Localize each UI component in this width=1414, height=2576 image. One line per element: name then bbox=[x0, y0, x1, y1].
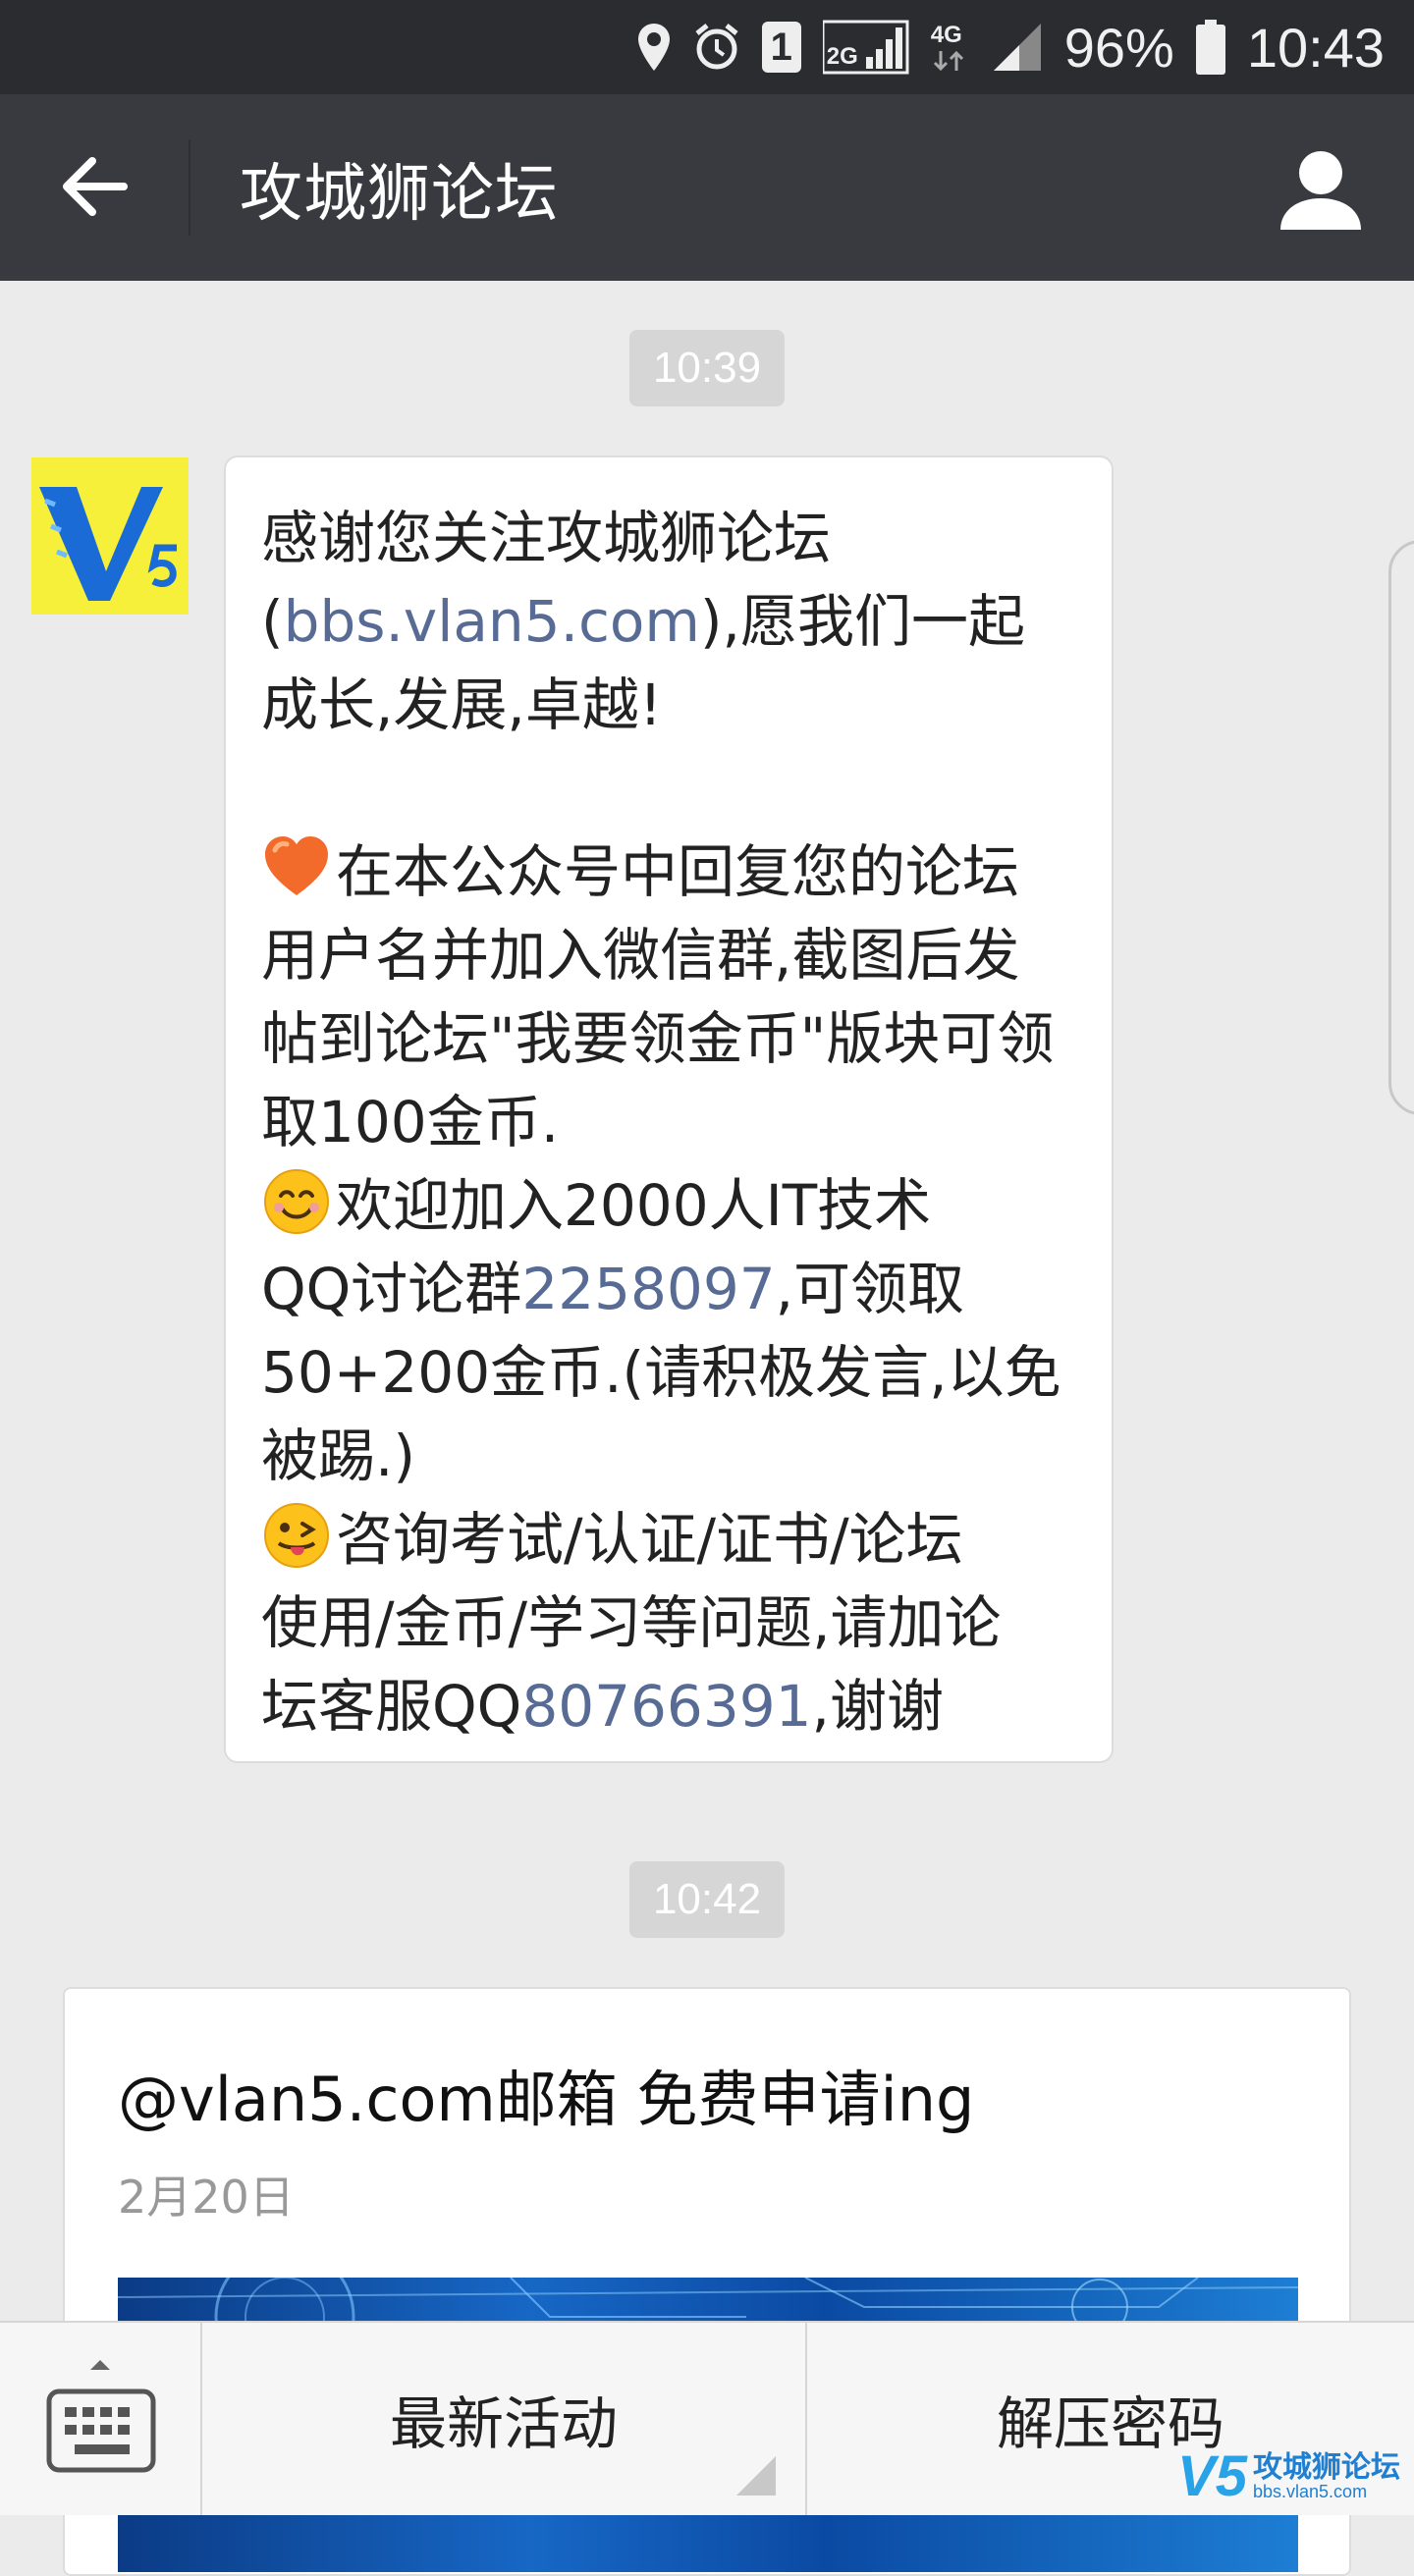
timestamp: 10:42 bbox=[628, 1861, 786, 1938]
message-line: 取100金币. bbox=[261, 1089, 560, 1155]
network-4g-label: 4G bbox=[930, 22, 962, 48]
avatar[interactable] bbox=[31, 457, 189, 615]
message-line: 帖到论坛"我要领金币"版块可领 bbox=[261, 1005, 1055, 1072]
watermark: V5 攻城狮论坛 bbs.vlan5.com bbox=[1177, 2443, 1400, 2509]
battery-icon bbox=[1195, 20, 1225, 75]
message-line: 欢迎加入2000人IT技术 bbox=[261, 1164, 1076, 1248]
back-arrow-icon bbox=[63, 157, 128, 216]
watermark-url: bbs.vlan5.com bbox=[1253, 2481, 1368, 2501]
status-bar: 1 2G 4G 96% 10:43 bbox=[0, 0, 1414, 94]
forum-link[interactable]: bbs.vlan5.com bbox=[284, 588, 700, 655]
cell-signal-icon bbox=[993, 24, 1041, 71]
status-icons: 1 2G 4G 96% 10:43 bbox=[636, 0, 1385, 94]
page-title: 攻城狮论坛 bbox=[240, 158, 559, 231]
title-divider bbox=[189, 139, 190, 236]
message-line: 使用/金币/学习等问题,请加论 bbox=[261, 1589, 1002, 1656]
menu-label: 最新活动 bbox=[389, 2390, 618, 2457]
smile-emoji-icon bbox=[264, 1169, 329, 1234]
profile-button[interactable] bbox=[1277, 145, 1365, 234]
menu-latest-activity[interactable]: 最新活动 bbox=[202, 2323, 805, 2515]
message-line: 在本公众号中回复您的论坛 bbox=[261, 831, 1076, 914]
network-4g-icon: 4G bbox=[931, 20, 970, 75]
back-button[interactable] bbox=[59, 153, 137, 222]
submenu-indicator-icon bbox=[736, 2456, 776, 2496]
message-line: 坛客服QQ80766391,谢谢 bbox=[261, 1673, 944, 1740]
heart-emoji-icon bbox=[265, 836, 328, 895]
watermark-name: 攻城狮论坛 bbox=[1253, 2449, 1400, 2485]
clock: 10:43 bbox=[1246, 16, 1385, 79]
message-line: 被踢.) bbox=[261, 1422, 416, 1489]
wink-tongue-emoji-icon bbox=[264, 1503, 329, 1568]
message-line: QQ讨论群2258097,可领取 bbox=[261, 1256, 965, 1322]
signal-2g-icon: 2G bbox=[822, 20, 909, 75]
article-title: @vlan5.com邮箱 免费申请ing bbox=[118, 2064, 975, 2135]
location-icon bbox=[637, 24, 670, 71]
welcome-message-bubble: 感谢您关注攻城狮论坛 (bbs.vlan5.com),愿我们一起 成长,发展,卓… bbox=[224, 456, 1114, 1763]
message-line: 用户名并加入微信群,截图后发 bbox=[261, 922, 1020, 989]
qq-group-link[interactable]: 2258097 bbox=[521, 1256, 775, 1322]
message-line: 感谢您关注攻城狮论坛 bbox=[261, 505, 832, 571]
title-bar: 攻城狮论坛 bbox=[0, 94, 1414, 281]
v5-logo-icon bbox=[31, 457, 189, 615]
message-line: 50+200金币.(请积极发言,以免 bbox=[261, 1339, 1061, 1406]
network-2g-label: 2G bbox=[826, 43, 858, 70]
message-line: 成长,发展,卓越! bbox=[261, 671, 663, 738]
watermark-text: 攻城狮论坛 bbs.vlan5.com bbox=[1253, 2449, 1400, 2501]
watermark-logo: V5 bbox=[1177, 2444, 1247, 2508]
timestamp: 10:39 bbox=[628, 330, 786, 406]
message-line: 咨询考试/认证/证书/论坛 bbox=[261, 1498, 1076, 1582]
alarm-icon bbox=[695, 24, 738, 70]
keyboard-toggle-button[interactable] bbox=[0, 2323, 200, 2515]
article-date: 2月20日 bbox=[118, 2171, 295, 2224]
sim-slot-icon: 1 bbox=[761, 22, 801, 73]
battery-percent: 96% bbox=[1063, 16, 1174, 79]
message-line: (bbs.vlan5.com),愿我们一起 bbox=[261, 588, 1025, 655]
keyboard-icon bbox=[46, 2360, 156, 2473]
bottom-menu-bar: 最新活动 解压密码 V5 攻城狮论坛 bbs.vlan5.com bbox=[0, 2321, 1414, 2515]
qq-support-link[interactable]: 80766391 bbox=[521, 1673, 811, 1740]
profile-icon bbox=[1280, 151, 1361, 230]
scroll-edge bbox=[1388, 540, 1414, 1115]
